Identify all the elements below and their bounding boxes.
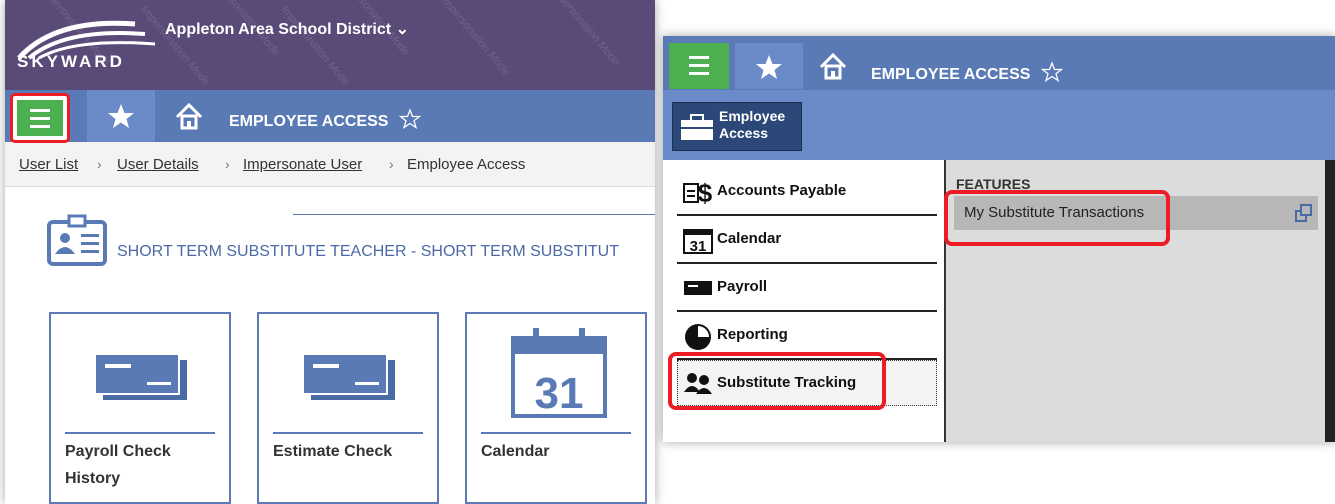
id-card-icon xyxy=(47,214,107,266)
tile-divider xyxy=(273,432,423,434)
check-icon xyxy=(94,353,187,400)
menu-item-accounts-payable[interactable]: $ Accounts Payable xyxy=(677,168,937,216)
breadcrumb-user-list[interactable]: User List xyxy=(19,156,78,173)
accounts-payable-icon: $ xyxy=(683,178,713,206)
panel-edge xyxy=(1325,160,1335,442)
impersonation-watermark: Impersonation Mode xyxy=(278,3,352,89)
breadcrumb-impersonate-user[interactable]: Impersonate User xyxy=(243,156,362,173)
menu-item-label: Calendar xyxy=(717,230,782,247)
svg-text:$: $ xyxy=(698,178,713,206)
star-outline-icon[interactable] xyxy=(1040,61,1064,83)
employee-access-button[interactable]: Employee Access xyxy=(672,102,802,151)
home-icon xyxy=(819,52,847,80)
district-header: Impersonation Mode Impersonation Mode Im… xyxy=(5,0,655,90)
tile-payroll-check-history[interactable]: Payroll Check History xyxy=(49,312,231,504)
tile-divider xyxy=(481,432,631,434)
hamburger-icon xyxy=(17,100,63,136)
skyward-wordmark: SKYWARD xyxy=(17,52,125,71)
page-title: EMPLOYEE ACCESS xyxy=(871,61,1064,84)
menu-item-label: Payroll xyxy=(717,278,768,295)
tile-label: Calendar xyxy=(481,443,550,460)
favorites-button[interactable] xyxy=(735,43,803,89)
chevron-down-icon: ⌄ xyxy=(395,21,409,38)
left-screenshot: Impersonation Mode Impersonation Mode Im… xyxy=(5,0,655,504)
tile-calendar[interactable]: 31 Calendar xyxy=(465,312,647,504)
home-icon xyxy=(175,102,203,130)
star-outline-icon[interactable] xyxy=(398,108,422,130)
highlight-substitute-tracking xyxy=(668,352,886,410)
district-selector[interactable]: Appleton Area School District ⌄ xyxy=(165,19,409,39)
tile-estimate-check[interactable]: Estimate Check xyxy=(257,312,439,504)
divider xyxy=(293,214,655,215)
page-title: EMPLOYEE ACCESS xyxy=(229,108,422,131)
calendar-day-number: 31 xyxy=(690,238,707,254)
breadcrumb-chevron-icon: › xyxy=(389,156,394,172)
tile-divider xyxy=(65,432,215,434)
breadcrumb: User List › User Details › Impersonate U… xyxy=(5,142,655,187)
calendar-day-number: 31 xyxy=(535,369,584,418)
briefcase-icon xyxy=(681,114,713,140)
calendar-icon: 31 xyxy=(511,328,607,418)
menu-item-label: Accounts Payable xyxy=(717,182,847,199)
breadcrumb-chevron-icon: › xyxy=(225,156,230,172)
main-menu-button[interactable] xyxy=(669,43,729,89)
tile-label: Payroll Check History xyxy=(65,443,171,487)
check-icon xyxy=(302,353,395,400)
open-new-window-icon[interactable] xyxy=(1294,203,1314,223)
home-button[interactable] xyxy=(805,43,861,89)
favorites-button[interactable] xyxy=(87,90,155,142)
menu-item-label: Reporting xyxy=(717,326,788,343)
calendar-icon: 31 xyxy=(683,229,713,254)
main-menu-button[interactable] xyxy=(10,93,70,143)
breadcrumb-user-details[interactable]: User Details xyxy=(117,156,199,173)
payroll-icon xyxy=(684,281,712,295)
employee-access-label: Employee Access xyxy=(719,108,786,141)
breadcrumb-chevron-icon: › xyxy=(97,156,102,172)
home-button[interactable] xyxy=(159,90,219,142)
tile-label: Estimate Check xyxy=(273,443,393,460)
breadcrumb-employee-access: Employee Access xyxy=(407,156,526,173)
employee-role-title: SHORT TERM SUBSTITUTE TEACHER - SHORT TE… xyxy=(117,243,619,260)
star-icon xyxy=(756,55,782,79)
impersonation-watermark: Impersonation Mode xyxy=(548,0,622,69)
star-icon xyxy=(108,104,134,128)
hamburger-icon xyxy=(689,56,709,75)
highlight-my-substitute-transactions xyxy=(944,190,1170,246)
menu-item-calendar[interactable]: 31 Calendar xyxy=(677,216,937,264)
impersonation-watermark: Impersonation Mode xyxy=(438,0,512,79)
district-name: Appleton Area School District xyxy=(165,21,392,38)
reporting-icon xyxy=(685,324,711,350)
menu-item-payroll[interactable]: Payroll xyxy=(677,264,937,312)
